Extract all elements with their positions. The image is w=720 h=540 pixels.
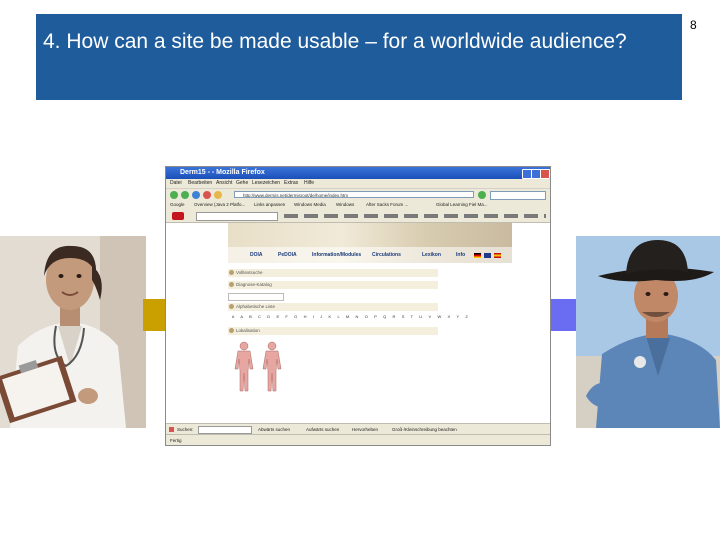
menu-help[interactable]: Hilfe <box>304 179 314 188</box>
flag-de-icon[interactable] <box>474 253 481 258</box>
cowboy-illustration <box>576 236 720 428</box>
back-icon[interactable] <box>170 191 178 199</box>
go-icon[interactable] <box>478 191 486 199</box>
status-bar: Fertig <box>166 434 550 445</box>
localization-row[interactable]: Lokalisation <box>228 327 438 335</box>
list-icon <box>229 304 234 309</box>
bookmark-item[interactable]: Google <box>170 200 185 210</box>
menu-tools[interactable]: Extras <box>284 179 298 188</box>
search-row[interactable]: Volltextsuche <box>228 269 438 277</box>
search-icon <box>229 270 234 275</box>
forward-icon[interactable] <box>181 191 189 199</box>
bookmark-item[interactable]: Windows <box>336 200 354 210</box>
close-find-icon[interactable] <box>169 427 174 432</box>
search-row-label: Volltextsuche <box>236 270 263 275</box>
diagnosis-select[interactable] <box>228 293 284 301</box>
bookmark-item[interactable]: Overview (Java 2 Platfo... <box>194 200 245 210</box>
nav-item[interactable]: Circulations <box>372 247 401 263</box>
bookmark-item[interactable]: Global Learning Fiel Ma... <box>436 200 488 210</box>
alphabet-row-label: Alphabetische Liste <box>236 304 276 309</box>
toolbar-logo-icon[interactable] <box>172 212 184 220</box>
toolbar-search-input[interactable] <box>196 212 278 221</box>
menu-bookmarks[interactable]: Lesezeichen <box>252 179 280 188</box>
home-icon[interactable] <box>214 191 222 199</box>
nav-item[interactable]: Lexikon <box>422 247 441 263</box>
localization-icon <box>229 328 234 333</box>
reload-icon[interactable] <box>192 191 200 199</box>
localization-row-label: Lokalisation <box>236 328 260 333</box>
doctor-photo <box>0 236 146 428</box>
bookmark-item[interactable]: After Sacks Forum ... <box>366 200 408 210</box>
menu-go[interactable]: Gehe <box>236 179 248 188</box>
doctor-illustration <box>0 236 146 428</box>
browser-titlebar: Derm15 - - Mozilla Firefox <box>166 167 550 179</box>
diagnosis-row-label: Diagnose-Katalog <box>236 282 272 287</box>
browser-window: Derm15 - - Mozilla Firefox Datei Bearbei… <box>165 166 551 446</box>
bookmarks-toolbar: Google Overview (Java 2 Platfo... Links … <box>166 200 550 210</box>
cowboy-photo <box>576 236 720 428</box>
browser-window-title: Derm15 - - Mozilla Firefox <box>180 169 265 176</box>
nav-item[interactable]: Information/Modules <box>312 247 361 263</box>
bookmark-item[interactable]: Windows Media <box>294 200 326 210</box>
extra-toolbar <box>166 210 550 223</box>
browser-menubar: Datei Bearbeiten Ansicht Gehe Lesezeiche… <box>166 179 550 188</box>
bookmark-item[interactable]: Links anpassen <box>254 200 285 210</box>
flag-es-icon[interactable] <box>494 253 501 258</box>
menu-file[interactable]: Datei <box>170 179 182 188</box>
diagnosis-row[interactable]: Diagnose-Katalog <box>228 281 438 289</box>
catalog-icon <box>229 282 234 287</box>
alphabet-row[interactable]: Alphabetische Liste <box>228 303 438 311</box>
menu-edit[interactable]: Bearbeiten <box>188 179 212 188</box>
menu-view[interactable]: Ansicht <box>216 179 232 188</box>
nav-item[interactable]: PeDOIA <box>278 247 297 263</box>
slide-number: 8 <box>690 18 697 32</box>
body-front-icon[interactable] <box>232 341 256 393</box>
page-content: DOIA PeDOIA Information/Modules Circulat… <box>166 223 550 423</box>
search-input[interactable] <box>490 191 546 200</box>
slide-title-bar: 4. How can a site be made usable – for a… <box>36 14 682 100</box>
status-text: Fertig <box>170 438 182 443</box>
site-nav: DOIA PeDOIA Information/Modules Circulat… <box>228 247 512 263</box>
find-input[interactable] <box>198 426 252 434</box>
body-back-icon[interactable] <box>260 341 284 393</box>
toolbar-buttons <box>284 214 546 218</box>
nav-item[interactable]: DOIA <box>250 247 263 263</box>
nav-item[interactable]: Info <box>456 247 465 263</box>
slide-title: 4. How can a site be made usable – for a… <box>43 30 627 53</box>
stop-icon[interactable] <box>203 191 211 199</box>
address-bar[interactable]: http://www.dermis.net/dermisroot/de/home… <box>234 191 474 198</box>
close-icon[interactable] <box>540 169 550 179</box>
alphabet-links[interactable]: # A B C D E F G H I J K L M N O P Q R S … <box>228 313 468 321</box>
flag-en-icon[interactable] <box>484 253 491 258</box>
